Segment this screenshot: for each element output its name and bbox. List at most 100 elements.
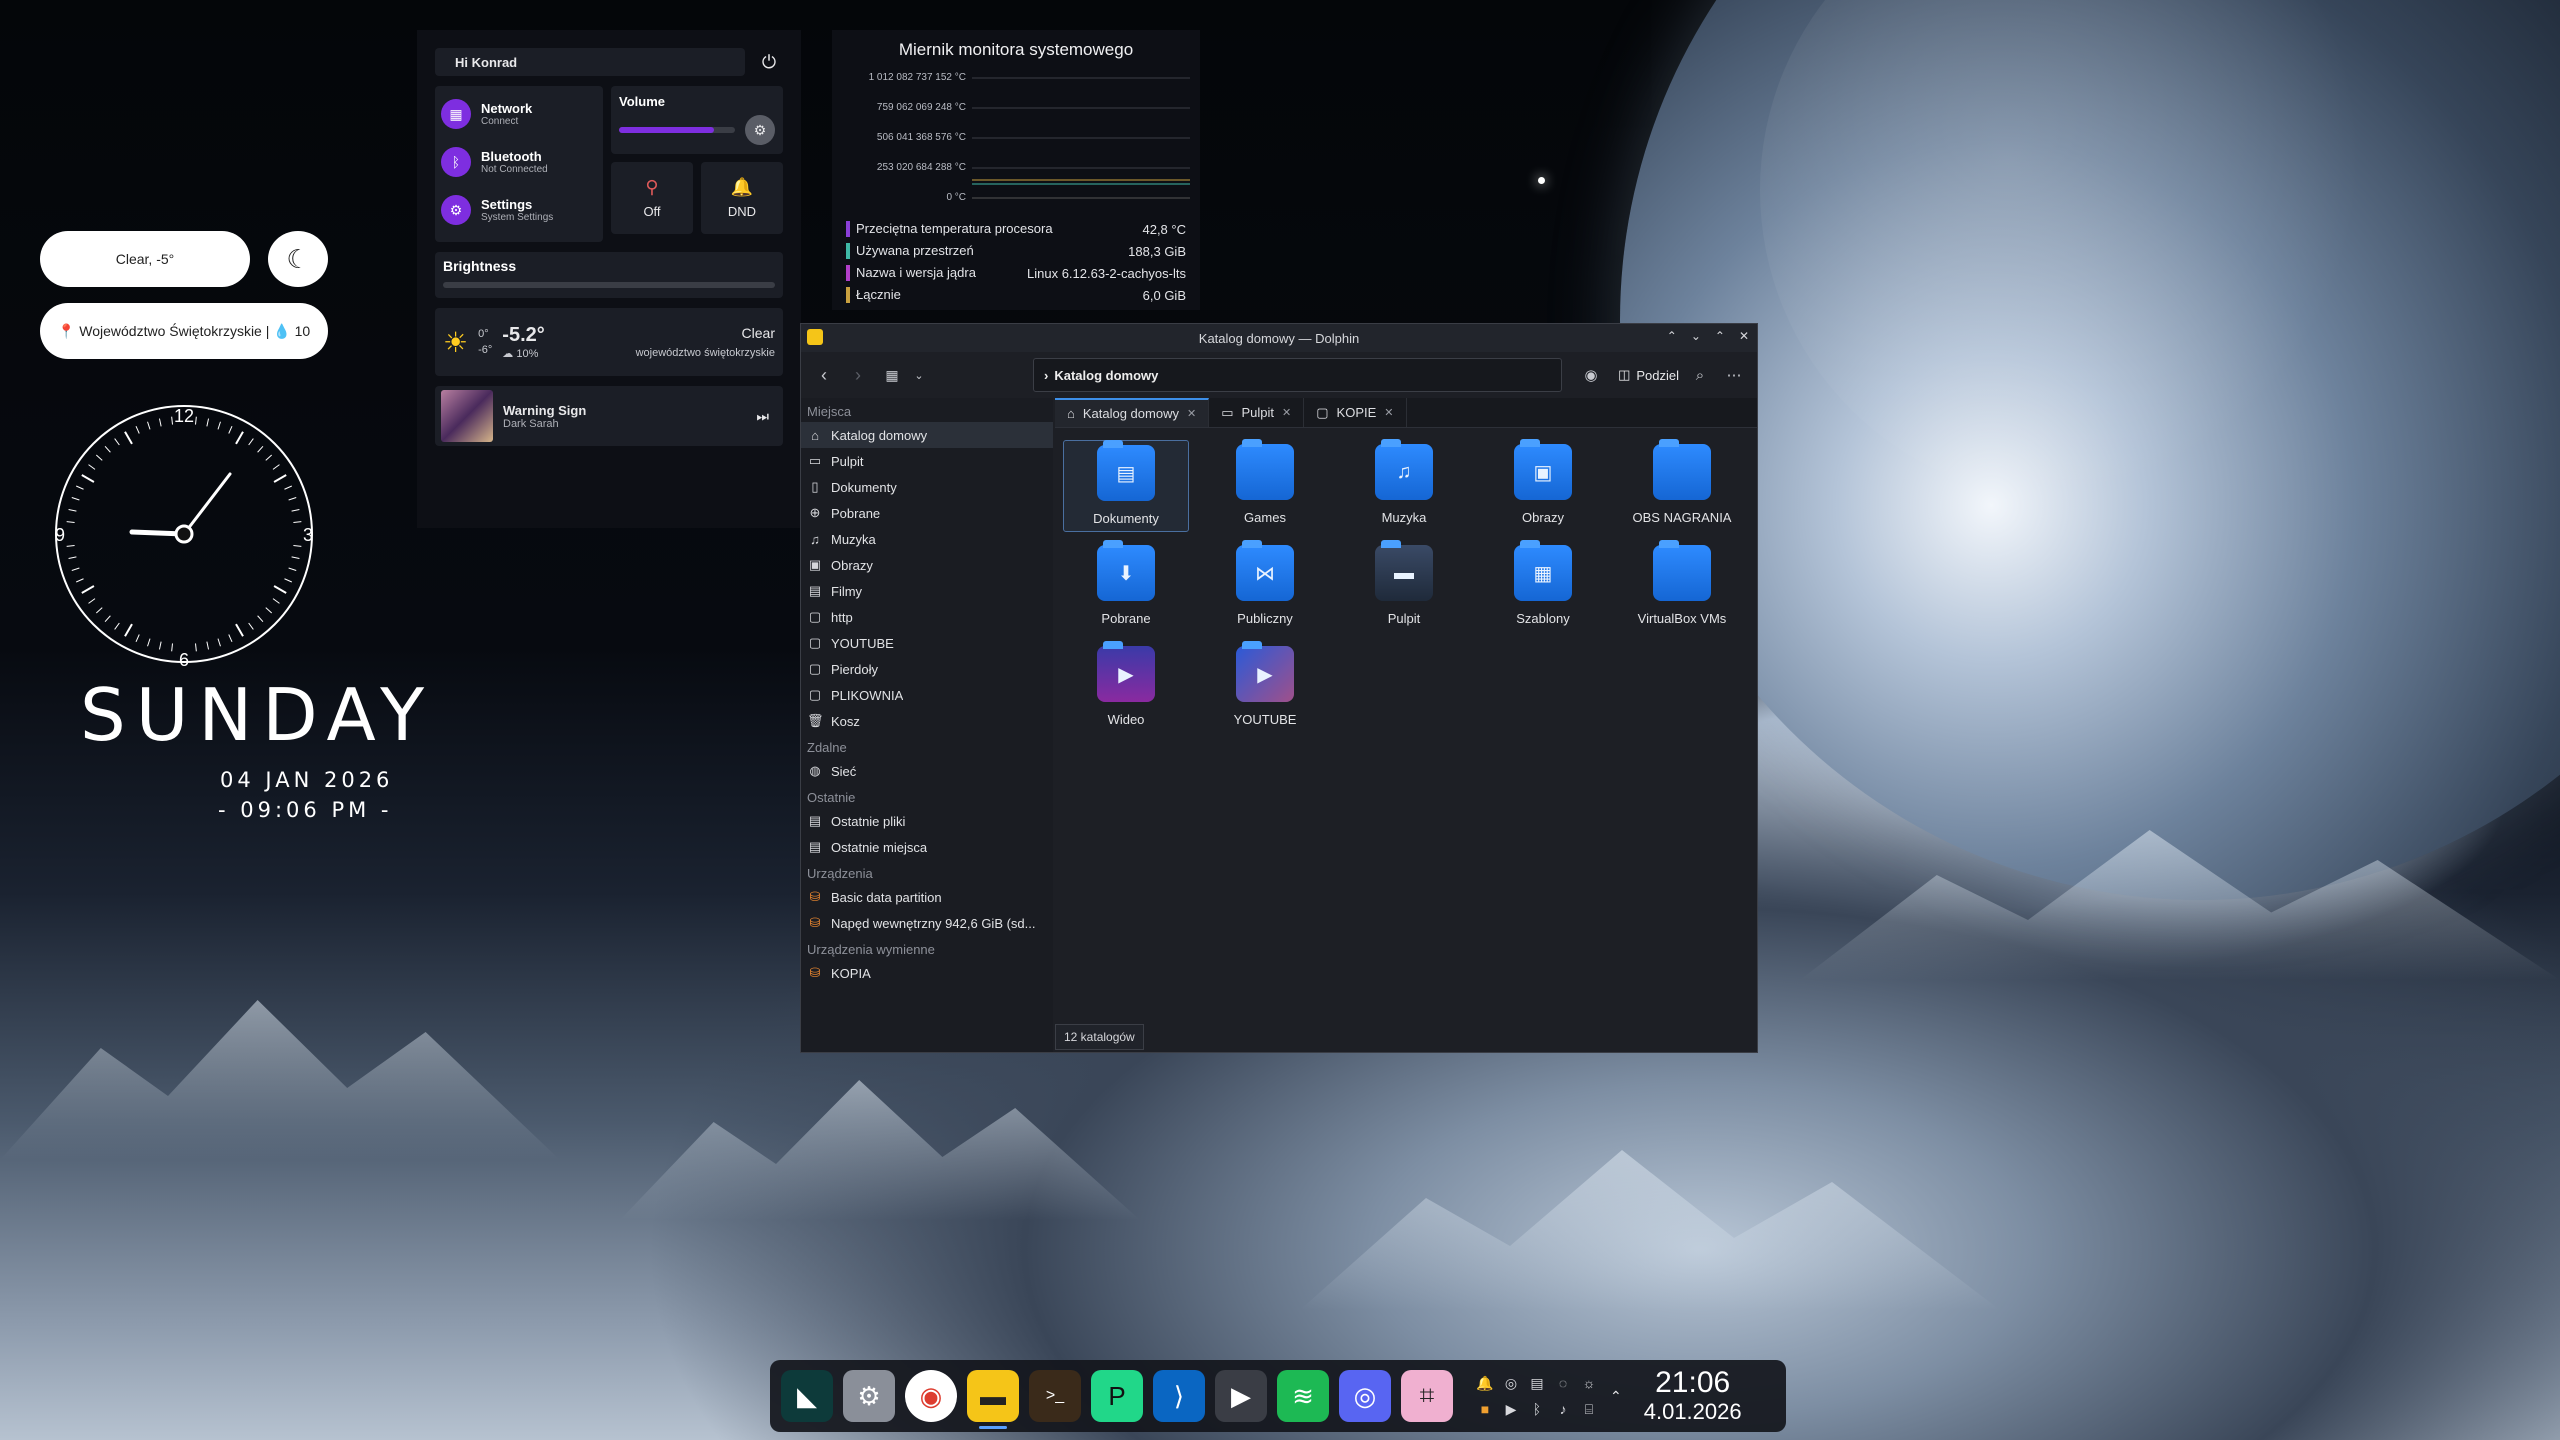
file-item[interactable]: ▬ Pulpit [1341,540,1467,633]
maximize-icon[interactable]: ⌃ [1715,329,1725,343]
digital-clock[interactable]: 21:06 4.01.2026 [1644,1367,1742,1425]
clipboard-icon[interactable]: ▤ [1530,1375,1543,1392]
forward-icon[interactable]: › [845,365,871,386]
file-item[interactable]: ⬇ Pobrane [1063,540,1189,633]
file-item[interactable]: ▶ Wideo [1063,641,1189,734]
close-tab-icon[interactable]: ✕ [1187,407,1196,420]
sidebar-item[interactable]: ▯ Dokumenty [801,474,1053,500]
split-view-icon: ◫ [1618,367,1631,382]
night-light-toggle[interactable]: ⚲ Off [611,162,693,234]
network-toggle[interactable]: ▦ Network Connect [441,90,597,138]
sidebar-item[interactable]: 🗑 Kosz [801,708,1053,734]
sidebar-item[interactable]: ▢ http [801,604,1053,630]
sidebar-item[interactable]: ⊕ Pobrane [801,500,1053,526]
bluetooth-tray-icon[interactable]: ᛒ [1533,1401,1541,1417]
sidebar-item-label: Ostatnie miejsca [831,839,928,855]
update-icon[interactable]: ■ [1481,1401,1489,1417]
vscode-icon[interactable]: ⟩ [1153,1370,1205,1422]
trash-icon: 🗑 [807,713,824,728]
close-icon[interactable]: ✕ [1739,329,1749,343]
weather-location-pill[interactable]: 📍 Województwo Świętokrzyskie | 💧 10 [40,303,328,359]
file-item[interactable]: ▤ Dokumenty [1063,440,1189,532]
folder-icon: ▢ [808,661,822,676]
tab[interactable]: ▭ Pulpit ✕ [1209,398,1305,427]
sidebar-item[interactable]: ◍ Sieć [801,758,1053,784]
mountain-ridge [1300,1150,2000,1310]
brightness-label: Brightness [443,258,517,274]
sidebar-item[interactable]: ▭ Pulpit [801,448,1053,474]
night-mode-button[interactable]: ☾ [268,231,328,287]
discord-tray-icon[interactable]: ◎ [1505,1375,1517,1392]
search-icon[interactable]: ⌕ [1687,367,1713,384]
hamburger-menu-icon[interactable]: ⋯ [1721,366,1747,384]
cachyos-hello-icon[interactable]: ◣ [781,1370,833,1422]
network-tray-icon[interactable]: ⌸ [1585,1401,1593,1418]
volume-slider[interactable] [619,127,735,133]
volume-tray-icon[interactable]: ♪ [1560,1401,1567,1417]
location-bar[interactable]: › Katalog domowy [1033,358,1563,392]
sidebar-item[interactable]: ♫ Muzyka [801,526,1053,552]
power-button[interactable]: ⏻ [755,48,783,76]
sidebar-item[interactable]: ▤ Ostatnie miejsca [801,834,1053,860]
settings-icon[interactable]: ⚙ [843,1370,895,1422]
monitor-legend: Przeciętna temperatura procesora 42,8 °C U… [846,218,1186,306]
file-item[interactable]: ⋈ Publiczny [1202,540,1328,633]
mouse-icon[interactable]: ◌ [1559,1375,1567,1391]
sidebar-item[interactable]: ▤ Ostatnie pliki [801,808,1053,834]
sidebar-item[interactable]: ⛁ KOPIA [801,960,1053,986]
pycharm-icon[interactable]: P [1091,1370,1143,1422]
sidebar-item-label: Obrazy [831,557,873,573]
bluetooth-toggle[interactable]: ᛒ Bluetooth Not Connected [441,138,597,186]
clock-tick [124,623,133,637]
preview-eye-icon[interactable]: ◉ [1578,366,1604,384]
back-icon[interactable]: ‹ [811,365,837,386]
dnd-toggle[interactable]: 🔔 DND [701,162,783,234]
monitor-tick-label: 506 041 368 576 °C [876,132,966,143]
close-tab-icon[interactable]: ✕ [1384,406,1393,419]
clock-tick [291,556,300,560]
audio-settings-button[interactable]: ⚙ [745,115,775,145]
keep-above-icon[interactable]: ⌃ [1667,329,1677,343]
terminal-icon[interactable]: >_ [1029,1370,1081,1422]
download-folder-icon: ⬇ [1097,540,1155,601]
media-tray-icon[interactable]: ▶ [1506,1401,1517,1418]
file-item[interactable]: OBS NAGRANIA [1619,439,1745,532]
notification-icon[interactable]: 🔔 [1476,1375,1493,1392]
file-item[interactable]: ▣ Obrazy [1480,439,1606,532]
sidebar-item[interactable]: ⛁ Basic data partition [801,884,1053,910]
file-item[interactable]: Games [1202,439,1328,532]
sidebar-item[interactable]: ▢ Pierdoły [801,656,1053,682]
weather-condition-pill[interactable]: Clear, -5° [40,231,250,287]
sidebar-item[interactable]: ⌂ Katalog domowy [801,422,1053,448]
next-track-button[interactable]: ⏭ [756,408,769,425]
sidebar-item[interactable]: ▢ YOUTUBE [801,630,1053,656]
file-item[interactable]: VirtualBox VMs [1619,540,1745,633]
weather-condition: Clear [741,325,775,341]
brightness-slider[interactable] [443,282,775,288]
close-tab-icon[interactable]: ✕ [1282,406,1291,419]
tab[interactable]: ⌂ Katalog domowy ✕ [1055,398,1210,427]
discord-icon[interactable]: ◎ [1339,1370,1391,1422]
split-button[interactable]: ◫ Podziel [1618,367,1679,383]
window-titlebar[interactable]: Katalog domowy — Dolphin ⌃ ⌄ ⌃ ✕ [801,324,1757,352]
files-icon[interactable]: ▬ [967,1370,1019,1429]
spotify-icon[interactable]: ≋ [1277,1370,1329,1422]
view-mode-icon[interactable]: ▦ [879,367,905,384]
sidebar-item[interactable]: ⛁ Napęd wewnętrzny 942,6 GiB (sd... [801,910,1053,936]
screenshot-icon[interactable]: ⌗ [1401,1370,1453,1422]
tab[interactable]: ▢ KOPIE ✕ [1304,398,1407,427]
tray-expand-icon[interactable]: ⌃ [1610,1388,1622,1405]
sidebar-item[interactable]: ▢ PLIKOWNIA [801,682,1053,708]
brightness-tray-icon[interactable]: ☼ [1583,1375,1596,1391]
minimize-icon[interactable]: ⌄ [1691,329,1701,343]
clock-tick [88,464,96,470]
file-item[interactable]: ▶ YOUTUBE [1202,641,1328,734]
chrome-icon[interactable]: ◉ [905,1370,957,1422]
file-item[interactable]: ▦ Szablony [1480,540,1606,633]
file-item[interactable]: ♫ Muzyka [1341,439,1467,532]
chevron-down-icon[interactable]: ⌄ [913,369,925,382]
video-icon[interactable]: ▶ [1215,1370,1267,1422]
settings-button[interactable]: ⚙ Settings System Settings [441,186,597,234]
sidebar-item[interactable]: ▣ Obrazy [801,552,1053,578]
sidebar-item[interactable]: ▤ Filmy [801,578,1053,604]
